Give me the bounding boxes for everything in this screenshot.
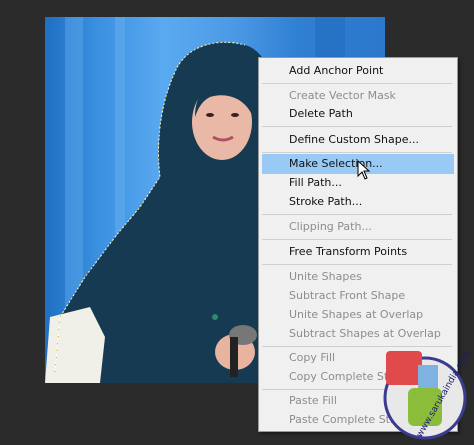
- menu-separator: [262, 239, 452, 240]
- menu-item-free-transform-points[interactable]: Free Transform Points: [259, 242, 457, 262]
- menu-separator: [262, 83, 452, 84]
- menu-item-unite-shapes-at-overlap[interactable]: Unite Shapes at Overlap: [259, 305, 457, 325]
- menu-item-clipping-path[interactable]: Clipping Path...: [259, 217, 457, 237]
- menu-item-unite-shapes[interactable]: Unite Shapes: [259, 267, 457, 287]
- menu-item-create-vector-mask[interactable]: Create Vector Mask: [259, 86, 457, 106]
- menu-separator: [262, 214, 452, 215]
- menu-item-add-anchor-point[interactable]: Add Anchor Point: [259, 61, 457, 81]
- menu-item-define-custom-shape[interactable]: Define Custom Shape...: [259, 130, 457, 150]
- menu-separator: [262, 264, 452, 265]
- watermark-logo-icon: www.sarukaindia.com: [383, 349, 470, 440]
- menu-item-subtract-front-shape[interactable]: Subtract Front Shape: [259, 286, 457, 306]
- menu-item-delete-path[interactable]: Delete Path: [259, 104, 457, 124]
- menu-separator: [262, 126, 452, 127]
- menu-item-stroke-path[interactable]: Stroke Path...: [259, 192, 457, 212]
- menu-item-subtract-shapes-at-overlap[interactable]: Subtract Shapes at Overlap: [259, 324, 457, 344]
- menu-separator: [262, 152, 452, 153]
- arrow-pointer-icon: [357, 160, 371, 180]
